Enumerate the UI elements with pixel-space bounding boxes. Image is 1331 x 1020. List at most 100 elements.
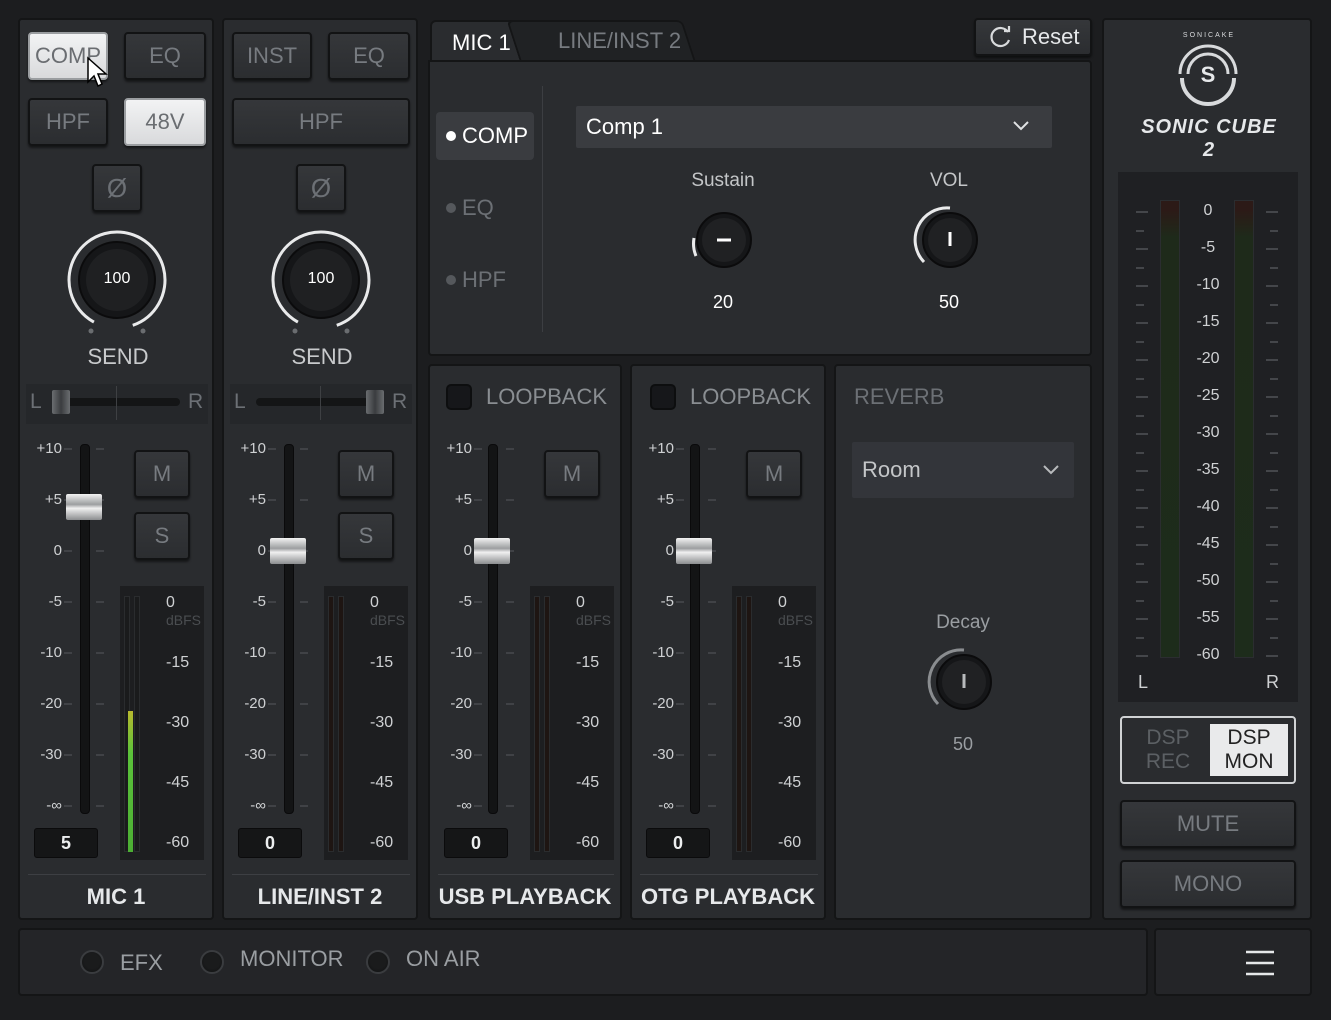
- solo-button[interactable]: S: [338, 512, 394, 560]
- fader-track[interactable]: [690, 444, 700, 814]
- meter-scale-2: -15: [576, 654, 600, 671]
- efx-led[interactable]: [80, 950, 104, 974]
- fader-scale-3: -5: [252, 593, 266, 610]
- monitor-led[interactable]: [200, 950, 224, 974]
- loopback-checkbox[interactable]: [446, 384, 472, 410]
- meter-scale-5: -60: [778, 834, 802, 851]
- send-label: SEND: [291, 344, 353, 369]
- send-value: 100: [103, 270, 131, 287]
- master-meter: 0 -5 -10 -15 -20 -25 -30 -35 -40 -45 -50…: [1118, 172, 1298, 702]
- reverb-title: REVERB: [854, 384, 945, 409]
- channel-line-inst2: INST EQ HPF Ø 100 SEND L R +10 +5 0 -5 -…: [222, 18, 418, 920]
- fader-value[interactable]: 0: [646, 828, 710, 858]
- fader-value[interactable]: 0: [444, 828, 508, 858]
- fx-side-eq-label: EQ: [462, 195, 494, 220]
- inst-button[interactable]: INST: [232, 32, 312, 80]
- fx-side-hpf-label: HPF: [462, 267, 506, 292]
- fader-value[interactable]: 5: [34, 828, 98, 858]
- channel-name: MIC 1: [86, 884, 146, 909]
- master-scale-2: -10: [1196, 276, 1220, 293]
- loopback-checkbox[interactable]: [650, 384, 676, 410]
- fx-tab-mic1-label: MIC 1: [452, 30, 511, 55]
- send-knob[interactable]: [62, 228, 172, 348]
- channel-otg-playback: LOOPBACK +10 +5 0 -5 -10 -20 -30 -∞ 0 M …: [630, 364, 826, 920]
- pan-center-mark: [116, 386, 117, 420]
- fader-handle[interactable]: [676, 538, 712, 564]
- decay-label: Decay: [936, 612, 990, 633]
- mute-button[interactable]: M: [746, 450, 802, 498]
- fader-scale-1: +5: [656, 491, 674, 508]
- hpf-button[interactable]: HPF: [232, 98, 410, 146]
- master-mono-button[interactable]: MONO: [1120, 860, 1296, 908]
- fader-track[interactable]: [284, 444, 294, 814]
- dsp-rec-option[interactable]: DSP REC: [1126, 722, 1210, 778]
- master-mute-button[interactable]: MUTE: [1120, 800, 1296, 848]
- level-meter: 0 dBFS -15 -30 -45 -60: [324, 586, 408, 860]
- master-scale-7: -35: [1196, 461, 1220, 478]
- dsp-rec-line2: REC: [1145, 750, 1191, 773]
- sonicake-logo: S: [1178, 44, 1238, 106]
- mute-button[interactable]: M: [338, 450, 394, 498]
- hamburger-menu-icon[interactable]: [1244, 948, 1276, 978]
- fx-side-hpf[interactable]: HPF: [436, 258, 534, 302]
- monitor-label[interactable]: MONITOR: [240, 946, 343, 972]
- meter-fill: [128, 711, 133, 852]
- reverb-preset-dropdown[interactable]: Room: [852, 442, 1074, 498]
- fx-side-comp[interactable]: COMP: [436, 112, 534, 160]
- fx-side-eq[interactable]: EQ: [436, 186, 534, 230]
- fader-scale-7: -∞: [456, 797, 472, 814]
- dsp-mon-option[interactable]: DSP MON: [1210, 724, 1288, 776]
- eq-button[interactable]: EQ: [124, 32, 206, 80]
- fader-scale-3: -5: [48, 593, 62, 610]
- meter-scale-5: -60: [370, 834, 394, 851]
- fader-value[interactable]: 0: [238, 828, 302, 858]
- fader-scale-5: -20: [244, 695, 266, 712]
- reset-button[interactable]: Reset: [974, 18, 1092, 56]
- sustain-value: 20: [712, 292, 734, 312]
- fader-track[interactable]: [488, 444, 498, 814]
- bottom-bar: EFX MONITOR ON AIR: [18, 928, 1148, 996]
- on-air-led[interactable]: [366, 950, 390, 974]
- fader-scale-7: -∞: [250, 797, 266, 814]
- dsp-toggle[interactable]: DSP REC DSP MON: [1120, 716, 1296, 784]
- send-label: SEND: [87, 344, 149, 369]
- comp-preset-dropdown[interactable]: Comp 1: [576, 106, 1052, 148]
- solo-button[interactable]: S: [134, 512, 190, 560]
- vol-knob[interactable]: [910, 202, 990, 282]
- pan-left-label: L: [30, 390, 42, 413]
- fader-handle[interactable]: [66, 494, 102, 520]
- eq-button[interactable]: EQ: [328, 32, 410, 80]
- pan-handle[interactable]: [52, 390, 70, 414]
- decay-value: 50: [952, 734, 974, 754]
- decay-knob[interactable]: [924, 644, 1004, 724]
- send-knob[interactable]: [266, 228, 376, 348]
- footer-divider: [28, 874, 206, 875]
- pan-handle[interactable]: [366, 390, 384, 414]
- fader-scale-6: -30: [652, 746, 674, 763]
- send-value: 100: [307, 270, 335, 287]
- fx-tab-line-inst2-label[interactable]: LINE/INST 2: [558, 28, 681, 54]
- efx-label[interactable]: EFX: [120, 950, 163, 976]
- fader-scale-0: +10: [648, 440, 674, 457]
- hpf-button[interactable]: HPF: [28, 98, 108, 146]
- meter-scale-2: -15: [778, 654, 802, 671]
- channel-name: USB PLAYBACK: [438, 884, 612, 909]
- phantom-48v-button[interactable]: 48V: [124, 98, 206, 146]
- loopback-label: LOOPBACK: [486, 384, 608, 409]
- bullet-icon: [446, 203, 456, 213]
- channel-name: OTG PLAYBACK: [641, 884, 815, 909]
- phase-invert-button[interactable]: Ø: [92, 164, 142, 212]
- pan-right-label: R: [392, 390, 408, 413]
- master-right-label: R: [1266, 672, 1279, 692]
- meter-scale-0: 0: [166, 594, 175, 611]
- mute-button[interactable]: M: [544, 450, 600, 498]
- on-air-label[interactable]: ON AIR: [406, 946, 481, 972]
- fader-handle[interactable]: [270, 538, 306, 564]
- master-scale-11: -55: [1196, 609, 1220, 626]
- master-scale-4: -20: [1196, 350, 1220, 367]
- vol-label: VOL: [929, 170, 969, 191]
- phase-invert-button[interactable]: Ø: [296, 164, 346, 212]
- sustain-knob[interactable]: [684, 202, 764, 282]
- fader-handle[interactable]: [474, 538, 510, 564]
- mute-button[interactable]: M: [134, 450, 190, 498]
